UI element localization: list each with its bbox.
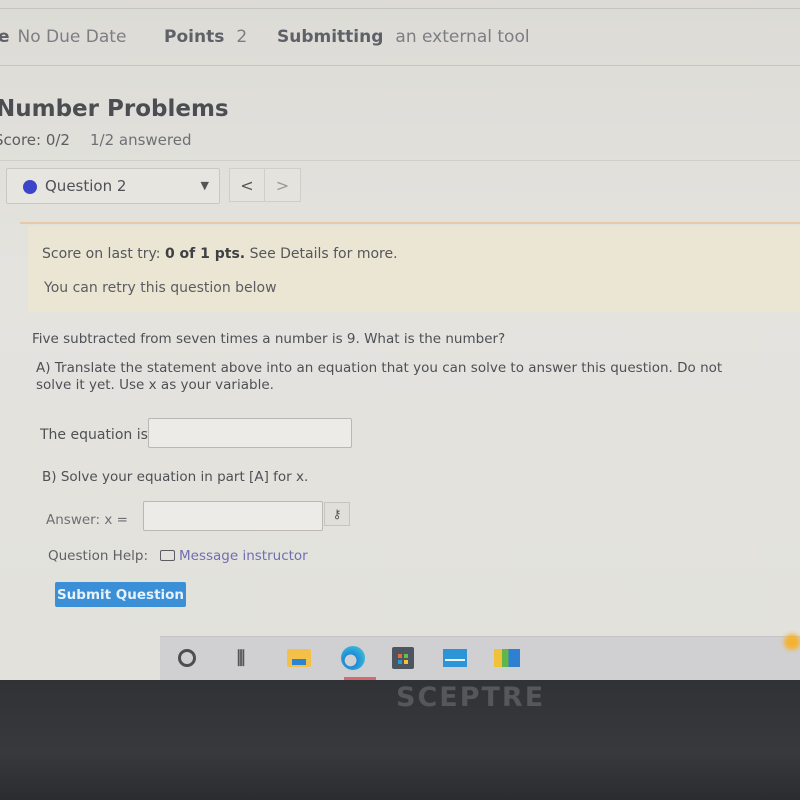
previous-question-button[interactable]: <	[229, 168, 265, 202]
search-icon[interactable]	[172, 643, 202, 673]
edge-icon[interactable]	[338, 643, 368, 673]
divider	[20, 222, 800, 224]
part-a-instructions: A) Translate the statement above into an…	[36, 360, 723, 393]
answer-label: Answer: x =	[46, 512, 128, 528]
points-label: Points	[164, 27, 225, 47]
message-instructor-link[interactable]: Message instructor	[179, 548, 308, 564]
chevron-left-icon: <	[240, 175, 254, 195]
task-view-icon[interactable]: ⫼	[226, 643, 256, 673]
points: Points 2	[164, 27, 247, 47]
monitor-brand-logo: SCEPTRE	[396, 682, 546, 713]
answer-input[interactable]	[143, 501, 323, 531]
browser-screen: e No Due Date Points 2 Submitting an extern…	[0, 0, 800, 680]
taskbar: ⫼	[160, 636, 800, 680]
next-question-button[interactable]: >	[265, 168, 301, 202]
question-help: Question Help: Message instructor	[48, 548, 308, 564]
key-icon: ⚷	[332, 507, 342, 521]
notification-glow	[784, 634, 800, 650]
submitting-label: Submitting	[277, 27, 384, 47]
due-date: e No Due Date	[0, 27, 127, 47]
mail-icon[interactable]	[440, 643, 470, 673]
score-summary: Score: 0/2 1/2 answered	[0, 131, 192, 149]
question-prompt: Five subtracted from seven times a numbe…	[32, 331, 506, 347]
part-b-instructions: B) Solve your equation in part [A] for x…	[42, 469, 309, 485]
answer-preview-button[interactable]: ⚷	[324, 502, 350, 526]
envelope-icon	[160, 550, 175, 561]
last-try-score: Score on last try: 0 of 1 pts. See Detai…	[42, 246, 398, 262]
last-try-notice: Score on last try: 0 of 1 pts. See Detai…	[28, 226, 800, 312]
answered-count: 1/2 answered	[89, 131, 192, 149]
points-value: 2	[236, 27, 248, 47]
submitting: Submitting an external tool	[277, 27, 530, 47]
office-icon[interactable]	[492, 643, 522, 673]
file-explorer-icon[interactable]	[284, 643, 314, 673]
score: Score: 0/2	[0, 131, 70, 149]
question-selector[interactable]: Question 2 ▼	[6, 168, 220, 204]
page-title: Number Problems	[0, 96, 229, 122]
question-status-dot	[23, 180, 37, 194]
chevron-down-icon: ▼	[200, 179, 209, 192]
question-help-label: Question Help:	[48, 548, 148, 564]
question-selector-label: Question 2	[45, 177, 127, 195]
chevron-right-icon: >	[275, 175, 290, 195]
submitting-value: an external tool	[395, 27, 530, 47]
equation-label: The equation is	[40, 427, 148, 443]
due-date-value: No Due Date	[17, 27, 127, 47]
submit-question-button[interactable]: Submit Question	[55, 582, 186, 607]
retry-message: You can retry this question below	[44, 280, 277, 296]
store-icon[interactable]	[388, 643, 418, 673]
equation-input[interactable]	[148, 418, 352, 448]
assignment-details-bar: e No Due Date Points 2 Submitting an extern…	[0, 8, 800, 66]
